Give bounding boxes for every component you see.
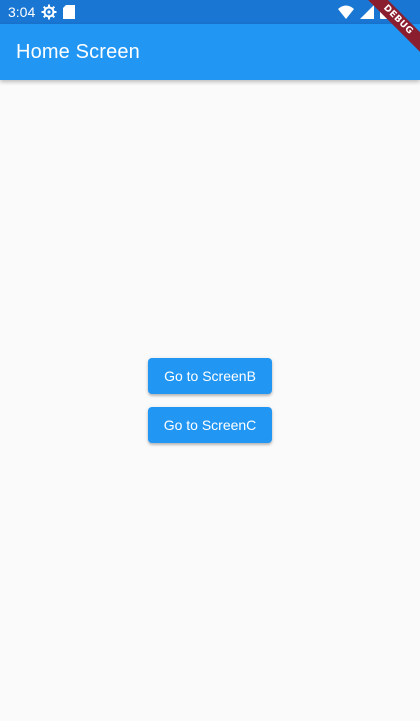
status-bar: 3:04: [0, 0, 420, 24]
page-title: Home Screen: [16, 40, 140, 63]
settings-gear-icon: [41, 4, 57, 20]
app-bar: Home Screen: [0, 24, 420, 80]
status-left: 3:04: [8, 4, 76, 20]
phone-screen: 3:04 Home Screen DEBUG Go to ScreenB Go …: [0, 0, 420, 721]
status-right: [338, 5, 412, 19]
go-to-screen-c-button[interactable]: Go to ScreenC: [148, 407, 272, 443]
go-to-screen-b-button[interactable]: Go to ScreenB: [148, 358, 272, 394]
cellular-signal-icon: [360, 5, 374, 19]
status-time: 3:04: [8, 4, 36, 20]
wifi-icon: [338, 5, 354, 19]
battery-icon: [380, 5, 388, 19]
main-content: Go to ScreenB Go to ScreenC: [0, 80, 420, 721]
sd-card-icon: [63, 5, 76, 19]
